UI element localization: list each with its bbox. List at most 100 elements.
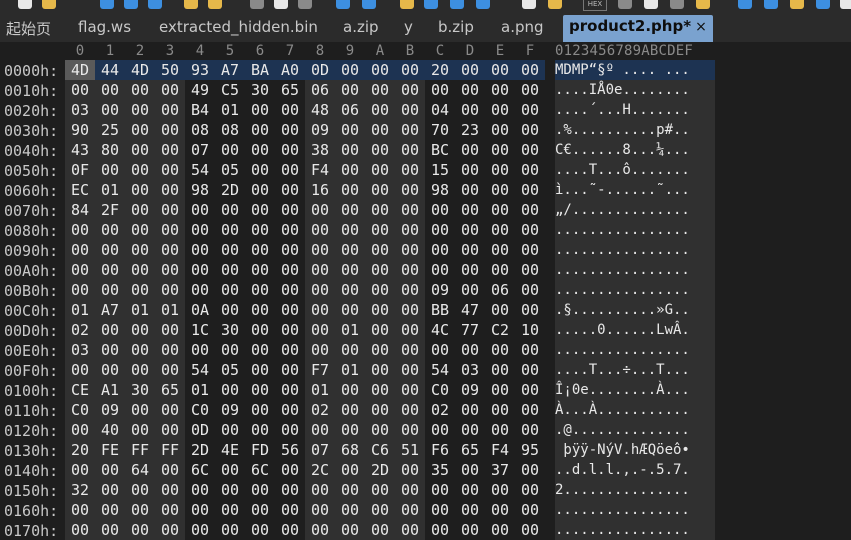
- hex-byte[interactable]: 30: [125, 380, 155, 400]
- folder-icon[interactable]: [184, 0, 198, 9]
- hex-byte[interactable]: 00: [275, 480, 305, 500]
- tab-b-zip[interactable]: b.zip: [438, 18, 474, 36]
- hex-byte[interactable]: 00: [395, 380, 425, 400]
- hex-byte[interactable]: 00: [185, 260, 215, 280]
- hex-mode-icon[interactable]: HEX: [583, 0, 607, 11]
- hex-byte[interactable]: 00: [365, 160, 395, 180]
- hex-byte[interactable]: 00: [275, 380, 305, 400]
- hex-byte[interactable]: 00: [485, 300, 515, 320]
- hex-byte[interactable]: 00: [95, 320, 125, 340]
- undo-icon[interactable]: [336, 0, 350, 9]
- hex-byte[interactable]: 00: [485, 80, 515, 100]
- hex-byte[interactable]: 00: [515, 480, 545, 500]
- hex-byte[interactable]: 00: [275, 460, 305, 480]
- ascii-text[interactable]: ì...˜-......˜...: [555, 180, 715, 200]
- grid-icon[interactable]: [738, 0, 752, 9]
- hex-byte[interactable]: 00: [395, 520, 425, 540]
- hex-byte[interactable]: A7: [95, 300, 125, 320]
- hex-byte[interactable]: 00: [155, 460, 185, 480]
- hex-grid[interactable]: 0000h: 4D 44 4D 50 93 A7 BA A0 0D 00 00 00 20 00 00 00 MD…: [0, 60, 851, 540]
- hex-byte[interactable]: 00: [275, 140, 305, 160]
- hex-byte[interactable]: 65: [275, 80, 305, 100]
- hex-byte[interactable]: 0D: [185, 420, 215, 440]
- hex-byte[interactable]: 4C: [425, 320, 455, 340]
- hex-byte[interactable]: 01: [185, 380, 215, 400]
- hex-byte[interactable]: F4: [485, 440, 515, 460]
- hex-byte[interactable]: 00: [65, 260, 95, 280]
- hex-byte[interactable]: 00: [455, 200, 485, 220]
- hex-byte[interactable]: 00: [485, 340, 515, 360]
- ascii-text[interactable]: .....0......LwÂ.: [555, 320, 715, 340]
- hex-byte[interactable]: 37: [485, 460, 515, 480]
- hex-byte[interactable]: 00: [275, 300, 305, 320]
- hex-byte[interactable]: 00: [215, 240, 245, 260]
- hex-byte[interactable]: 00: [455, 280, 485, 300]
- ascii-text[interactable]: ................: [555, 340, 715, 360]
- hex-byte[interactable]: 00: [335, 300, 365, 320]
- hex-byte[interactable]: 00: [335, 280, 365, 300]
- hex-byte[interactable]: 09: [425, 280, 455, 300]
- hex-byte[interactable]: BA: [245, 60, 275, 80]
- tab-a-zip[interactable]: a.zip: [343, 18, 379, 36]
- hex-byte[interactable]: 00: [335, 80, 365, 100]
- hex-byte[interactable]: 64: [125, 460, 155, 480]
- hex-byte[interactable]: 4D: [65, 60, 95, 80]
- hex-byte[interactable]: 06: [305, 80, 335, 100]
- hex-byte[interactable]: 00: [185, 340, 215, 360]
- hex-byte[interactable]: 2D: [185, 440, 215, 460]
- hex-byte[interactable]: FD: [245, 440, 275, 460]
- hex-byte[interactable]: 98: [185, 180, 215, 200]
- word-wrap-icon[interactable]: [644, 0, 658, 9]
- hex-byte[interactable]: 00: [455, 460, 485, 480]
- hex-byte[interactable]: 00: [515, 140, 545, 160]
- hex-byte[interactable]: 00: [185, 500, 215, 520]
- hex-byte[interactable]: 00: [245, 220, 275, 240]
- hex-byte[interactable]: 08: [215, 120, 245, 140]
- hex-byte[interactable]: 02: [65, 320, 95, 340]
- hex-byte[interactable]: 00: [365, 80, 395, 100]
- hex-byte[interactable]: 00: [305, 300, 335, 320]
- hex-byte[interactable]: 03: [455, 360, 485, 380]
- hex-byte[interactable]: 00: [365, 320, 395, 340]
- hex-byte[interactable]: 00: [95, 240, 125, 260]
- hex-byte[interactable]: 00: [65, 280, 95, 300]
- hex-byte[interactable]: C0: [185, 400, 215, 420]
- hex-byte[interactable]: EC: [65, 180, 95, 200]
- hex-byte[interactable]: 00: [185, 200, 215, 220]
- ascii-text[interactable]: .%..........p#..: [555, 120, 715, 140]
- hex-byte[interactable]: 00: [395, 460, 425, 480]
- hex-byte[interactable]: 00: [395, 260, 425, 280]
- hex-byte[interactable]: CE: [65, 380, 95, 400]
- tab-product2-php[interactable]: product2.php* ×: [563, 15, 713, 42]
- hex-byte[interactable]: 00: [275, 180, 305, 200]
- hex-byte[interactable]: 00: [155, 500, 185, 520]
- hex-byte[interactable]: C2: [485, 320, 515, 340]
- hex-byte[interactable]: 00: [95, 280, 125, 300]
- hex-byte[interactable]: 00: [455, 260, 485, 280]
- hex-byte[interactable]: A0: [275, 60, 305, 80]
- hex-byte[interactable]: 00: [335, 260, 365, 280]
- hex-byte[interactable]: 20: [425, 60, 455, 80]
- hex-byte[interactable]: 00: [395, 420, 425, 440]
- hex-byte[interactable]: 00: [395, 100, 425, 120]
- ascii-text[interactable]: ................: [555, 220, 715, 240]
- hex-byte[interactable]: 4E: [215, 440, 245, 460]
- ascii-text[interactable]: .§..........»G..: [555, 300, 715, 320]
- hex-byte[interactable]: 54: [185, 160, 215, 180]
- hex-byte[interactable]: 00: [365, 420, 395, 440]
- hex-byte[interactable]: 00: [395, 200, 425, 220]
- ascii-text[interactable]: ..d.l.l.,.-.5.7.: [555, 460, 715, 480]
- bookmark-icon[interactable]: [522, 0, 536, 9]
- hex-byte[interactable]: 00: [125, 80, 155, 100]
- redo-icon[interactable]: [362, 0, 376, 9]
- hex-byte[interactable]: 00: [425, 220, 455, 240]
- hex-byte[interactable]: 02: [305, 400, 335, 420]
- hex-byte[interactable]: 00: [155, 120, 185, 140]
- hex-byte[interactable]: C0: [425, 380, 455, 400]
- ascii-text[interactable]: À...À...........: [555, 400, 715, 420]
- hex-byte[interactable]: 00: [155, 420, 185, 440]
- hex-byte[interactable]: 00: [305, 480, 335, 500]
- compare-icon[interactable]: [764, 0, 778, 9]
- hex-byte[interactable]: 00: [95, 80, 125, 100]
- ascii-text[interactable]: þÿÿ-NýV.hÆQöeô•: [555, 440, 715, 460]
